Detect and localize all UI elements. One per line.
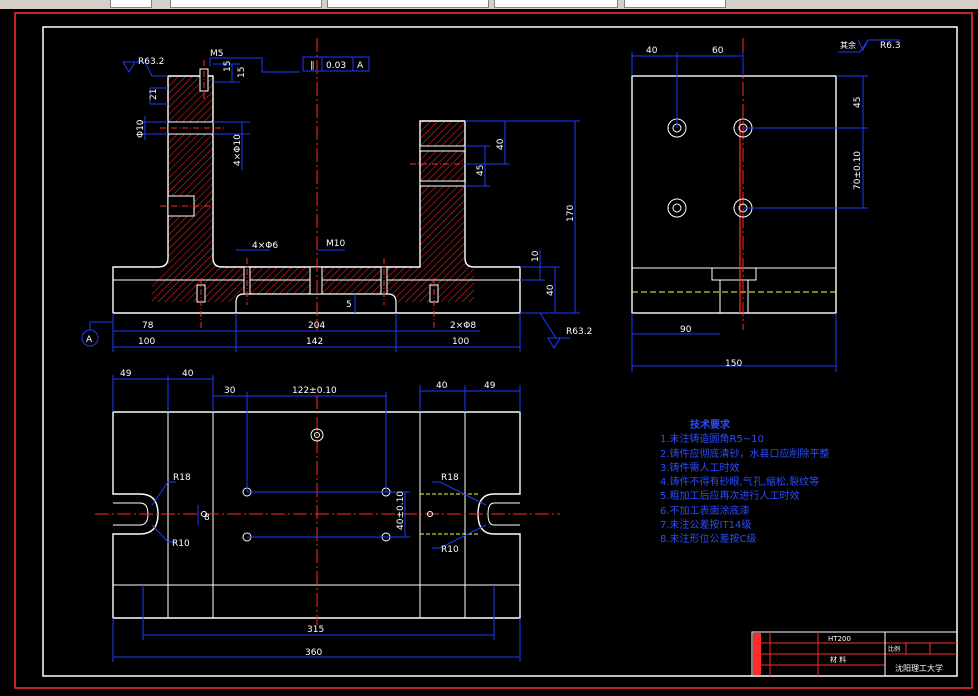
note-item: 8.未注形位公差按C级 <box>660 534 757 546</box>
gdt-symbol: ∥ <box>310 61 315 71</box>
lineweight-dropdown[interactable] <box>494 0 618 8</box>
technical-notes: 技术要求 1.未注铸造圆角R5~10 2.铸件应彻底清砂，水县口应削除平整 3.… <box>660 419 830 548</box>
top-dim-40r: 40 <box>436 381 448 391</box>
dim-142: 142 <box>306 337 323 347</box>
title-part: 材 料 <box>830 655 846 664</box>
roughness-front-top: R63.2 <box>138 57 164 67</box>
dim-21: 21 <box>149 89 159 100</box>
side-dim-150: 150 <box>725 359 742 369</box>
dim-2xphi8: 2×Φ8 <box>450 321 476 331</box>
dim-204: 204 <box>308 321 325 331</box>
title-field: 比例 <box>888 645 900 653</box>
dim-78: 78 <box>142 321 154 331</box>
top-dim-r18: R18 <box>173 473 191 483</box>
dim-phi10: Φ10 <box>136 119 146 138</box>
side-roughness-prefix: 其余 <box>840 40 856 50</box>
dim-100: 100 <box>138 337 155 347</box>
top-dim-r10: R10 <box>172 539 190 549</box>
top-dim-49: 49 <box>120 369 132 379</box>
gdt-tolerance: 0.03 <box>326 61 346 71</box>
top-dim-360: 360 <box>305 648 322 658</box>
linetype-dropdown[interactable] <box>327 0 489 8</box>
dim-4xphi10: 4×Φ10 <box>233 134 243 166</box>
dim-m5: M5 <box>210 49 224 59</box>
front-view: R63.2 M5 15 15 21 Φ10 4×Φ10 ∥ 0.03 A 45 … <box>81 38 592 352</box>
note-item: 4.铸件不得有砂眼,气孔,缩松,裂纹等 <box>660 477 820 489</box>
top-dim-8: 8 <box>204 513 210 523</box>
dim-m10: M10 <box>326 239 345 249</box>
datum-label: A <box>86 335 93 345</box>
dim-5: 5 <box>346 300 352 310</box>
title-school: 沈阳理工大学 <box>895 663 943 673</box>
dim-15b: 15 <box>237 67 247 78</box>
dim-40b: 40 <box>546 284 556 296</box>
dim-170: 170 <box>566 205 576 222</box>
dim-100b: 100 <box>452 337 469 347</box>
top-dim-122: 122±0.10 <box>292 386 337 396</box>
top-dim-40v: 40±0.10 <box>396 491 406 530</box>
title-block: HT200 材 料 比例 沈阳理工大学 <box>751 631 958 677</box>
side-dim-90: 90 <box>680 325 692 335</box>
top-dim-30: 30 <box>224 386 236 396</box>
top-dim-40: 40 <box>182 369 194 379</box>
gdt-datum: A <box>357 61 364 71</box>
dim-45: 45 <box>476 165 486 176</box>
note-item: 1.未注铸造圆角R5~10 <box>660 434 764 446</box>
side-roughness: R6.3 <box>880 41 901 51</box>
toolbar-icon[interactable] <box>110 0 152 8</box>
note-item: 5.粗加工后应再次进行人工时效 <box>660 491 800 503</box>
plotstyle-dropdown[interactable] <box>624 0 726 8</box>
dim-10: 10 <box>531 250 541 262</box>
top-dim-r18b: R18 <box>441 473 459 483</box>
side-view: 40 60 其余 R6.3 45 70±0.10 90 150 <box>631 38 901 372</box>
top-dim-49r: 49 <box>484 381 496 391</box>
notes-title: 技术要求 <box>690 420 730 431</box>
side-dim-40: 40 <box>646 46 658 56</box>
title-material: HT200 <box>828 635 851 643</box>
note-item: 6.不加工表面涂底漆 <box>660 505 750 517</box>
dim-40: 40 <box>496 138 506 150</box>
note-item: 2.铸件应彻底清砂，水县口应削除平整 <box>660 448 830 460</box>
top-dim-r10b: R10 <box>441 545 459 555</box>
top-view: 49 40 30 122±0.10 40 49 40±0.10 R18 R10 … <box>95 369 560 662</box>
note-item: 7.未注公差按IT14级 <box>660 520 752 532</box>
side-dim-60: 60 <box>712 46 724 56</box>
side-dim-45: 45 <box>853 97 863 108</box>
roughness-front-bottom: R63.2 <box>566 327 592 337</box>
dim-15: 15 <box>223 61 233 72</box>
top-dim-315: 315 <box>307 625 324 635</box>
dim-4xphi6: 4×Φ6 <box>252 241 278 251</box>
note-item: 3.铸件需人工时效 <box>660 462 740 474</box>
layer-dropdown[interactable] <box>170 0 322 8</box>
drawing-canvas[interactable]: R63.2 M5 15 15 21 Φ10 4×Φ10 ∥ 0.03 A 45 … <box>0 9 978 692</box>
side-dim-70: 70±0.10 <box>853 151 863 190</box>
